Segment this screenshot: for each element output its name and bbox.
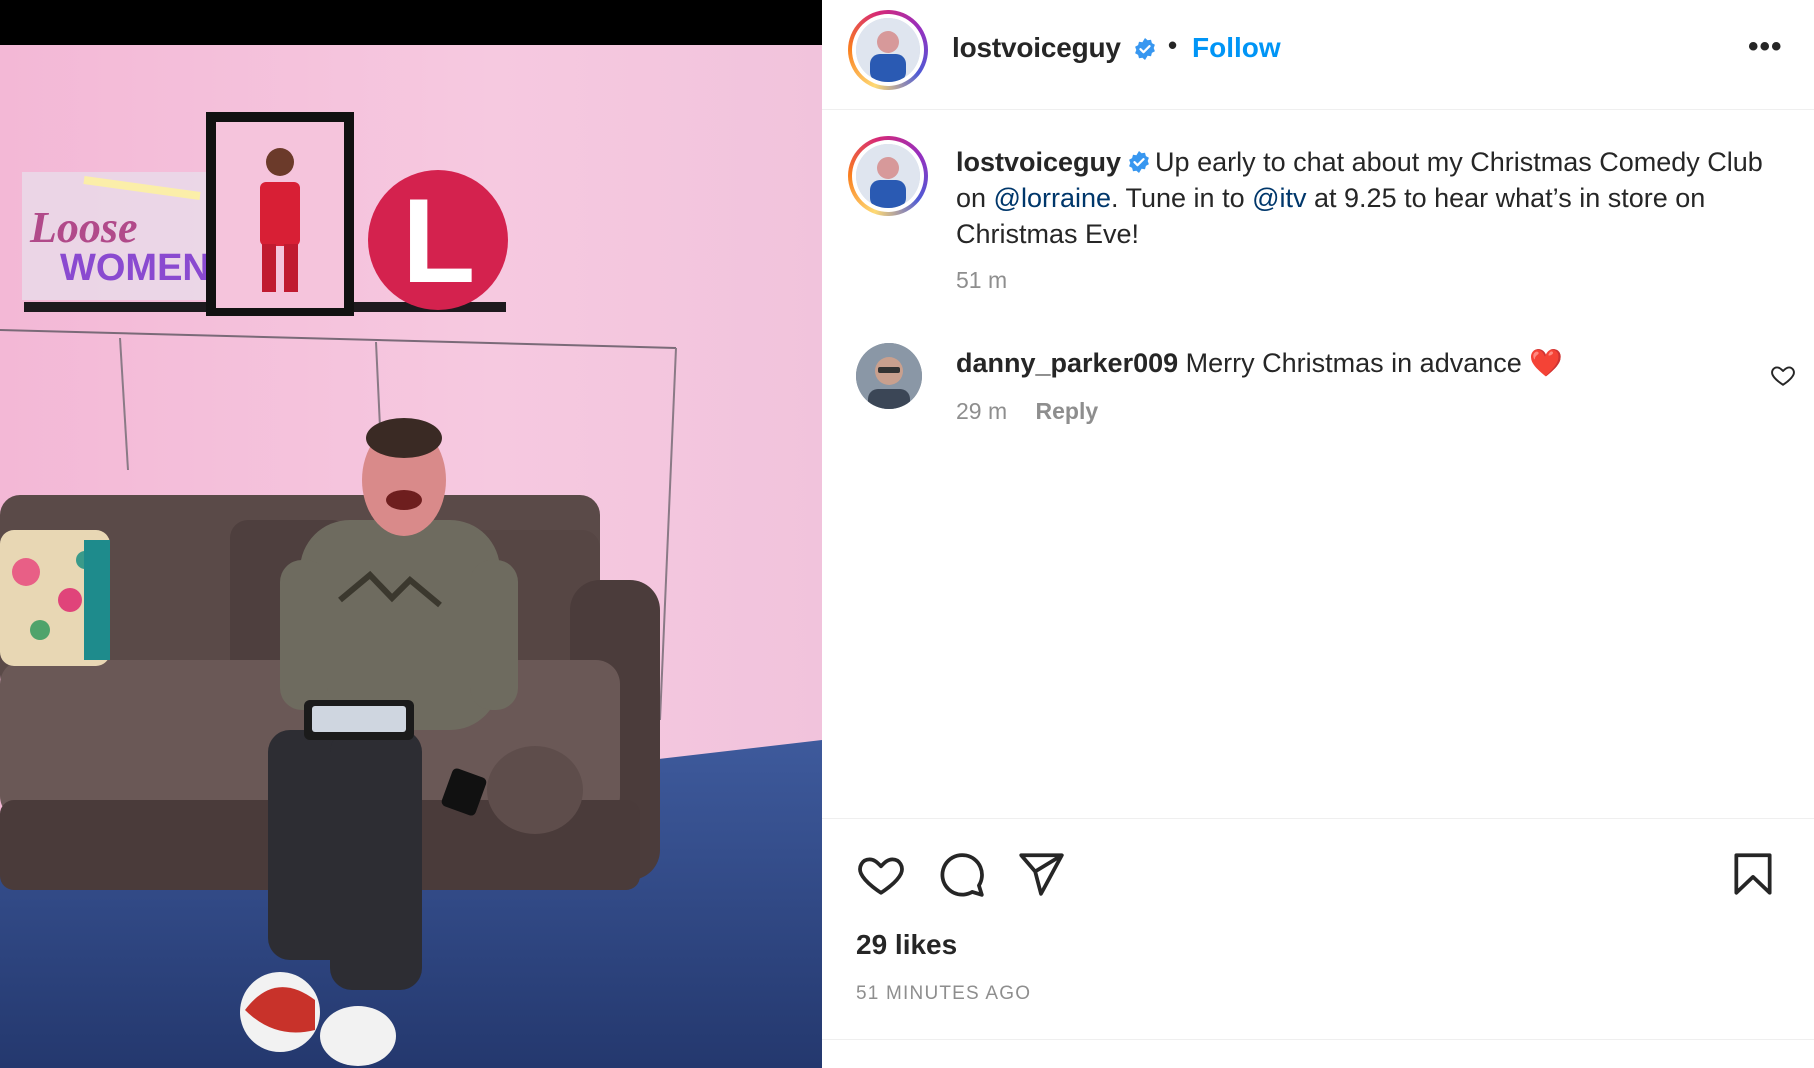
header-separator: • <box>1168 30 1178 60</box>
sign-loose-text: Loose <box>29 203 138 252</box>
mention-lorraine-link[interactable]: @lorraine <box>994 183 1111 213</box>
likes-count[interactable]: 29 likes <box>856 929 957 961</box>
sign-women-text: WOMEN <box>60 247 210 289</box>
caption-text: . Tune in to <box>1111 183 1253 213</box>
caption-avatar[interactable] <box>848 136 928 216</box>
red-heart-emoji: ❤️ <box>1529 348 1563 378</box>
post-photo: Loose WOMEN L <box>0 0 822 1068</box>
comment-meta: 29 m Reply <box>956 398 1098 425</box>
paper-plane-icon[interactable] <box>1016 849 1066 899</box>
more-options-icon[interactable]: ••• <box>1748 30 1783 64</box>
divider <box>822 1039 1814 1040</box>
verified-badge-icon <box>1129 151 1149 173</box>
commenter-avatar[interactable] <box>856 343 922 409</box>
bookmark-icon[interactable] <box>1728 849 1778 899</box>
comment-bubble-icon[interactable] <box>936 849 986 899</box>
post-header: lostvoiceguy • Follow ••• <box>822 0 1814 110</box>
author-username[interactable]: lostvoiceguy <box>952 32 1121 64</box>
comment-text: Merry Christmas in advance <box>1185 348 1522 378</box>
heart-icon[interactable] <box>856 849 906 899</box>
comment-item: danny_parker009 Merry Christmas in advan… <box>956 345 1716 381</box>
commenter-username[interactable]: danny_parker009 <box>956 348 1178 378</box>
sign-l-text: L <box>402 174 475 308</box>
caption-timestamp[interactable]: 51 m <box>956 267 1007 294</box>
mention-itv-link[interactable]: @itv <box>1252 183 1306 213</box>
follow-button[interactable]: Follow <box>1192 32 1281 64</box>
post-detail-panel: lostvoiceguy • Follow ••• lostvoiceguy Up… <box>822 0 1814 1068</box>
author-avatar[interactable] <box>848 10 928 90</box>
post-caption: lostvoiceguy Up early to chat about my Ch… <box>956 144 1786 252</box>
caption-username[interactable]: lostvoiceguy <box>956 147 1121 177</box>
comment-timestamp[interactable]: 29 m <box>956 398 1007 424</box>
reply-button[interactable]: Reply <box>1036 398 1099 424</box>
posted-time: 51 MINUTES AGO <box>856 983 1032 1004</box>
comment-like-heart-icon[interactable] <box>1770 362 1796 388</box>
action-bar: 29 likes 51 MINUTES AGO <box>822 818 1814 1068</box>
verified-badge-icon <box>1135 38 1155 60</box>
